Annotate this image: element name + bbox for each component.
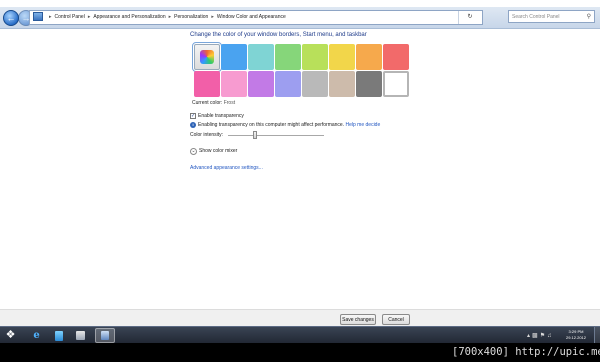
breadcrumb-separator-icon: ▸ — [168, 14, 172, 20]
media-player-icon[interactable] — [72, 328, 89, 343]
cancel-button[interactable]: Cancel — [382, 314, 410, 325]
color-swatch[interactable] — [194, 71, 220, 97]
screen: ← → ▸ Control Panel ▸ Appearance and Person… — [0, 0, 600, 343]
help-me-decide-link[interactable]: Help me decide — [346, 122, 381, 128]
address-toolbar: ← → ▸ Control Panel ▸ Appearance and Person… — [0, 7, 600, 29]
show-desktop-button[interactable] — [594, 327, 600, 343]
clock[interactable]: 3:29 PM 29.12.2012 — [562, 329, 590, 341]
save-changes-button[interactable]: Save changes — [340, 314, 376, 325]
color-swatch[interactable] — [356, 71, 382, 97]
color-swatch[interactable] — [275, 71, 301, 97]
search-icon: ⚲ — [586, 14, 591, 20]
breadcrumb-separator-icon: ▸ — [87, 14, 91, 20]
enable-transparency-checkbox[interactable]: ✓ — [190, 113, 196, 119]
show-color-mixer-toggle[interactable]: Show color mixer — [199, 148, 237, 154]
breadcrumb-window-color[interactable]: Window Color and Appearance — [217, 14, 286, 20]
transparency-info: Enabling transparency on this computer m… — [198, 122, 380, 128]
color-swatch[interactable] — [302, 44, 328, 70]
breadcrumb-personalization[interactable]: Personalization — [174, 14, 208, 20]
color-swatch[interactable] — [192, 42, 222, 72]
breadcrumb-appearance[interactable]: Appearance and Personalization — [93, 14, 165, 20]
color-swatch[interactable] — [275, 44, 301, 70]
taskbar: ❖ e ▴▩⚑♫ 3:29 PM 29.12.2012 — [0, 326, 600, 343]
back-button[interactable]: ← — [3, 10, 19, 26]
control-panel-icon — [33, 12, 43, 22]
checkmark-icon: ✓ — [191, 113, 196, 119]
info-icon: i — [190, 122, 196, 128]
color-swatch[interactable] — [329, 44, 355, 70]
color-swatch[interactable] — [383, 44, 409, 70]
advanced-appearance-link[interactable]: Advanced appearance settings... — [190, 165, 263, 171]
custom-color-icon — [200, 50, 214, 64]
system-tray: ▴▩⚑♫ — [527, 332, 554, 339]
color-intensity-label: Color intensity: — [190, 132, 224, 138]
back-arrow-icon: ← — [6, 12, 16, 23]
search-input[interactable]: Search Control Panel ⚲ — [508, 10, 595, 23]
color-swatch[interactable] — [248, 71, 274, 97]
breadcrumb-separator-icon: ▸ — [211, 14, 214, 20]
main-content: Change the color of your window borders,… — [0, 29, 600, 309]
address-bar[interactable]: ▸ Control Panel ▸ Appearance and Personaliz… — [29, 10, 483, 25]
refresh-icon: ↻ — [467, 14, 473, 20]
current-color: Current color: Frost — [192, 100, 235, 106]
color-swatch[interactable] — [221, 44, 247, 70]
search-placeholder: Search Control Panel — [512, 14, 560, 20]
network-icon[interactable]: ▩ — [532, 333, 540, 339]
windows-logo-icon: ❖ — [5, 329, 16, 341]
control-panel-taskbar-icon[interactable] — [95, 328, 115, 343]
transparency-info-text: Enabling transparency on this computer m… — [198, 122, 345, 128]
breadcrumb-separator-icon: ▸ — [49, 14, 52, 20]
color-swatch[interactable] — [248, 44, 274, 70]
color-swatch[interactable] — [221, 71, 247, 97]
breadcrumb-control-panel[interactable]: Control Panel — [55, 14, 85, 20]
start-button[interactable]: ❖ — [4, 329, 17, 342]
current-color-value: Frost — [223, 100, 236, 106]
refresh-button[interactable]: ↻ — [458, 11, 481, 24]
internet-explorer-icon[interactable]: e — [28, 328, 45, 343]
color-intensity-slider-thumb[interactable] — [253, 131, 257, 139]
clock-date: 29.12.2012 — [565, 335, 587, 340]
color-swatch[interactable] — [356, 44, 382, 70]
watermark-text: [700x400] http://upic.me/ — [452, 346, 600, 358]
color-intensity-slider[interactable] — [228, 135, 324, 136]
chevron-down-icon[interactable]: ⌄ — [190, 148, 197, 155]
file-explorer-icon[interactable] — [50, 328, 67, 343]
color-swatch[interactable] — [383, 71, 409, 97]
volume-icon[interactable]: ♫ — [547, 333, 554, 339]
flag-icon[interactable]: ⚑ — [540, 333, 547, 339]
color-swatch[interactable] — [302, 71, 328, 97]
current-color-label: Current color: — [192, 100, 223, 106]
enable-transparency-label: Enable transparency — [198, 113, 244, 119]
color-swatch[interactable] — [329, 71, 355, 97]
page-title: Change the color of your window borders,… — [190, 32, 367, 38]
